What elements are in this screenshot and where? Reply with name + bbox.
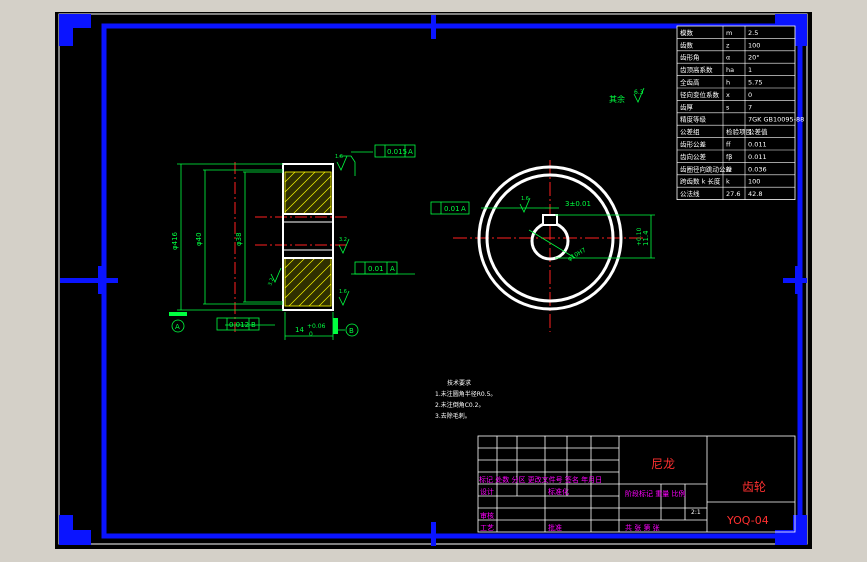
tol-parallel-ref: A	[461, 205, 466, 213]
table-cell-name: 齿圈径向跳动公差	[680, 164, 733, 173]
table-cell-name: 齿向公差	[680, 152, 707, 161]
rough-5: 1.6	[521, 196, 529, 202]
datum-b-mark	[333, 318, 338, 334]
scale: 2:1	[691, 509, 701, 516]
table-cell-name: 齿数	[680, 40, 694, 49]
tol-runout: 0.015	[387, 148, 407, 156]
finish-value: 6.3	[634, 89, 644, 96]
table-cell-name: 齿形角	[680, 53, 700, 62]
tol-runout-ref: A	[408, 148, 413, 156]
table-cell-value: 公差值	[748, 127, 768, 136]
table-cell-value: 20°	[748, 54, 760, 62]
table-cell-symbol: ff	[726, 141, 731, 149]
tol-parallel: 0.01	[444, 205, 460, 213]
table-cell-symbol: m	[726, 29, 732, 37]
drawing-number: YOQ-04	[726, 514, 769, 527]
rough-3: 1.6	[339, 289, 347, 295]
rough-1: 1.6	[335, 154, 343, 160]
notes-title: 技术要求	[447, 379, 471, 387]
tol-perp-ref: A	[390, 265, 395, 273]
table-cell-name: 齿顶高系数	[680, 65, 713, 74]
table-cell-value: 0.011	[748, 153, 767, 161]
table-cell-value: 7	[748, 103, 752, 111]
gear-drawing: 模数 m 2.5 齿数 z 100 齿形角 α 20° 齿顶高系数 ha 1 全齿高 h 5.75 径向变位系…	[55, 12, 812, 549]
header-row: 标记 处数 分区 更改文件号 签名 年月日	[479, 475, 602, 484]
designer: 设计	[480, 487, 494, 496]
dim-d3: φ38	[235, 232, 243, 246]
parameter-table: 模数 m 2.5 齿数 z 100 齿形角 α 20° 齿顶高系数 ha 1 全齿高 h 5.75 径向变位系…	[676, 25, 804, 201]
table-cell-value: 5.75	[748, 79, 762, 87]
dim-key: 3±0.01	[565, 200, 591, 208]
tol-perp: 0.01	[368, 265, 384, 273]
tol-bottom: 0.012	[229, 321, 249, 329]
standardize: 标准化	[548, 487, 569, 496]
table-cell-symbol: x	[726, 91, 730, 99]
table-cell-name: 跨齿数 k 长度	[680, 177, 721, 186]
dim-height: 11.4	[642, 230, 650, 246]
sheets-row: 共 张 第 张	[625, 523, 660, 532]
table-cell-name: 模数	[680, 28, 694, 37]
table-cell-value: 100	[748, 41, 760, 49]
table-cell-value: 42.8	[748, 190, 762, 198]
table-cell-value: 1	[748, 66, 752, 74]
table-cell-symbol: k	[726, 178, 730, 186]
table-cell-name: 公法线	[680, 189, 700, 198]
table-cell-name: 精度等级	[680, 115, 707, 124]
table-cell-name: 齿形公差	[680, 140, 707, 149]
dim-width-tol: +0.06	[307, 323, 326, 330]
table-cell-value: 7GK GB10095-88	[748, 116, 804, 124]
table-cell-symbol: fβ	[726, 153, 732, 161]
table-cell-symbol: h	[726, 79, 730, 87]
table-cell-symbol: z	[726, 41, 730, 49]
part-name: 齿轮	[742, 480, 766, 494]
table-cell-value: 0.036	[748, 165, 767, 173]
stage-row: 阶段标记 重量 比例	[625, 489, 685, 498]
dim-d1: φ416	[171, 231, 179, 250]
drawing-sheet: 模数 m 2.5 齿数 z 100 齿形角 α 20° 齿顶高系数 ha 1 全齿高 h 5.75 径向变位系…	[55, 12, 812, 549]
table-cell-symbol: α	[726, 54, 730, 62]
material: 尼龙	[651, 457, 675, 471]
tol-bottom-ref: B	[251, 321, 256, 329]
dim-width: 14	[295, 326, 304, 334]
datum-a-label: A	[175, 323, 180, 331]
table-cell-name: 公差组	[680, 127, 700, 136]
check: 审核	[480, 511, 494, 520]
table-cell-symbol: 27.6	[726, 190, 740, 198]
datum-b-label: B	[349, 327, 354, 335]
table-cell-name: 齿厚	[680, 103, 694, 111]
process: 工艺	[480, 524, 494, 532]
surface-finish-label: 其余	[609, 94, 625, 104]
datum-a-mark	[169, 312, 187, 316]
dim-height-tol: +0.10	[636, 227, 643, 246]
table-cell-value: 0.011	[748, 141, 767, 149]
table-cell-name: 径向变位系数	[680, 90, 720, 99]
dim-width-tol2: 0	[309, 331, 313, 338]
dim-d2: φ40	[195, 232, 203, 246]
notes-line-2: 2.未注倒角C0.2。	[435, 401, 484, 409]
table-cell-value: 100	[748, 178, 760, 186]
table-cell-value: 2.5	[748, 29, 758, 37]
table-cell-value: 0	[748, 91, 752, 99]
notes-line-1: 1.未注圆角半径R0.5。	[435, 390, 496, 398]
notes-line-3: 3.去除毛刺。	[435, 412, 471, 420]
rough-2: 3.2	[339, 237, 347, 243]
table-cell-name: 全齿高	[680, 78, 700, 87]
approve: 批准	[548, 523, 562, 532]
table-cell-symbol: Fr	[726, 165, 732, 173]
table-cell-symbol: ha	[726, 66, 734, 74]
